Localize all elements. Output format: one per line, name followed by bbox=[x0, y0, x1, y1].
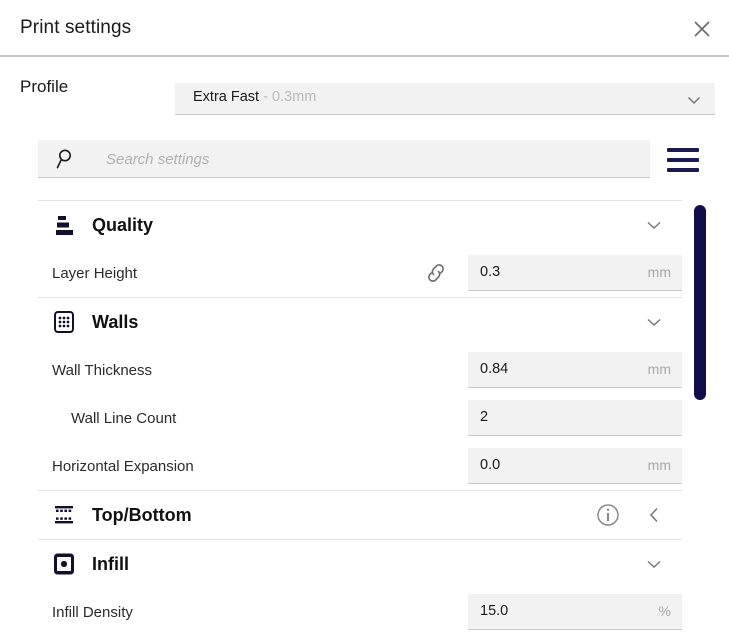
setting-row-wall-line-count: Wall Line Count 2 bbox=[38, 394, 682, 442]
value-input-wall-line-count[interactable]: 2 bbox=[468, 400, 682, 436]
page-title: Print settings bbox=[20, 17, 132, 38]
value-unit: mm bbox=[647, 457, 671, 473]
section-header-top-bottom[interactable]: Top/Bottom bbox=[38, 491, 682, 539]
chevron-left-icon[interactable] bbox=[644, 505, 664, 525]
profile-label: Profile bbox=[20, 77, 69, 96]
infill-pattern-icon bbox=[50, 550, 78, 578]
value-input-horizontal-expansion[interactable]: 0.0 mm bbox=[468, 448, 682, 484]
profile-selected-value: Extra Fast - 0.3mm bbox=[193, 89, 316, 105]
setting-row-infill-density: Infill Density 15.0 % bbox=[38, 588, 682, 636]
settings-scrollbar-thumb[interactable] bbox=[694, 205, 706, 400]
search-input[interactable] bbox=[104, 140, 644, 178]
value-input-wall-thickness[interactable]: 0.84 mm bbox=[468, 352, 682, 388]
setting-label: Wall Line Count bbox=[71, 409, 177, 427]
profile-dropdown[interactable]: Extra Fast - 0.3mm bbox=[175, 83, 715, 115]
section-header-quality[interactable]: Quality bbox=[38, 201, 682, 249]
hamburger-line bbox=[667, 158, 699, 162]
section-title: Top/Bottom bbox=[92, 504, 192, 525]
top-bottom-layers-icon bbox=[50, 501, 78, 529]
setting-label: Infill Density bbox=[52, 603, 133, 621]
chain-link-icon[interactable] bbox=[423, 261, 449, 285]
section-header-infill[interactable]: Infill bbox=[38, 540, 682, 588]
setting-label: Horizontal Expansion bbox=[52, 457, 194, 475]
info-icon[interactable] bbox=[596, 503, 620, 527]
close-icon[interactable] bbox=[683, 10, 721, 48]
section-title: Walls bbox=[92, 311, 139, 332]
settings-list: Quality Layer Height 0.3 mm Walls Wall T… bbox=[38, 200, 682, 636]
chevron-down-icon[interactable] bbox=[644, 215, 664, 235]
value-unit: % bbox=[658, 603, 671, 619]
layer-height-icon bbox=[50, 211, 78, 239]
hamburger-line bbox=[667, 168, 699, 172]
section-controls bbox=[644, 298, 682, 346]
chevron-down-icon bbox=[687, 96, 701, 105]
profile-value-detail: - 0.3mm bbox=[259, 89, 317, 105]
close-glyph bbox=[694, 21, 710, 37]
setting-row-horizontal-expansion: Horizontal Expansion 0.0 mm bbox=[38, 442, 682, 490]
section-header-walls[interactable]: Walls bbox=[38, 298, 682, 346]
dialog-titlebar: Print settings bbox=[0, 0, 729, 57]
value-text: 0.3 bbox=[480, 264, 501, 280]
setting-row-layer-height: Layer Height 0.3 mm bbox=[38, 249, 682, 297]
value-text: 0.0 bbox=[480, 457, 501, 473]
section-title: Quality bbox=[92, 214, 154, 235]
search-settings-box[interactable] bbox=[38, 140, 650, 178]
value-input-infill-density[interactable]: 15.0 % bbox=[468, 594, 682, 630]
setting-row-wall-thickness: Wall Thickness 0.84 mm bbox=[38, 346, 682, 394]
walls-grid-icon bbox=[50, 308, 78, 336]
print-settings-dialog: Print settings Profile Extra Fast - 0.3m… bbox=[0, 0, 729, 639]
hamburger-menu-icon[interactable] bbox=[665, 144, 701, 176]
profile-row: Profile Extra Fast - 0.3mm bbox=[0, 57, 729, 127]
chevron-down-icon[interactable] bbox=[644, 312, 664, 332]
value-text: 15.0 bbox=[480, 603, 509, 619]
section-title: Infill bbox=[92, 553, 129, 574]
hamburger-line bbox=[667, 148, 699, 152]
value-input-layer-height[interactable]: 0.3 mm bbox=[468, 255, 682, 291]
section-controls bbox=[644, 540, 682, 588]
search-icon bbox=[56, 149, 71, 169]
setting-label: Wall Thickness bbox=[52, 361, 153, 379]
chevron-down-icon[interactable] bbox=[644, 554, 664, 574]
section-controls bbox=[644, 201, 682, 249]
value-text: 0.84 bbox=[480, 361, 509, 377]
value-text: 2 bbox=[480, 409, 489, 425]
value-unit: mm bbox=[647, 361, 671, 377]
profile-value-name: Extra Fast bbox=[193, 89, 260, 105]
value-unit: mm bbox=[647, 264, 671, 280]
section-controls bbox=[596, 491, 682, 539]
setting-label: Layer Height bbox=[52, 264, 138, 282]
